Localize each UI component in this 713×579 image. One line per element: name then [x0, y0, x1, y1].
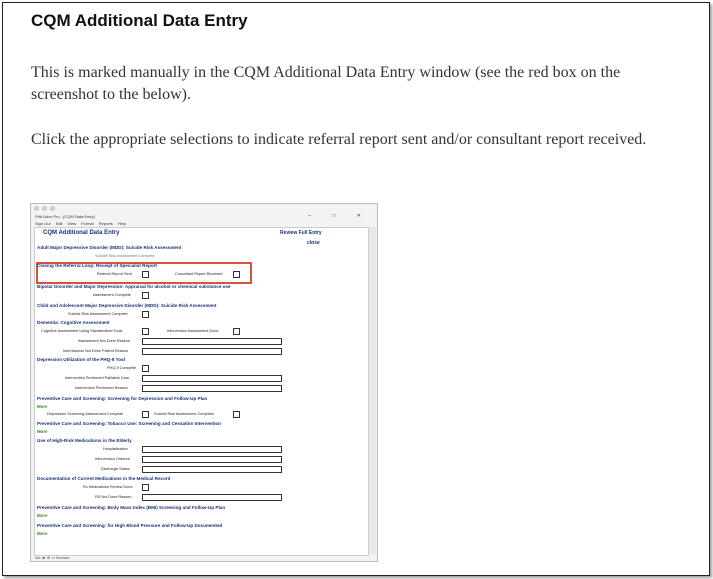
section-doc-meds: Documentation of Current Medications in … — [37, 476, 171, 481]
intervention-done-checkbox[interactable] — [233, 328, 240, 335]
section-tobacco: Preventive Care and Screening: Tobacco U… — [37, 421, 221, 426]
more-link-tobacco[interactable]: More — [37, 429, 48, 434]
form-title: CQM Additional Data Entry — [43, 230, 120, 236]
menu-format[interactable]: Format — [81, 221, 94, 226]
label-intervention-ordered: Intervention Ordered — [95, 457, 130, 461]
section-dementia: Dementia: Cognitive Assessment — [37, 320, 110, 325]
label-cognitive-tools: Cognitive Assessment Using Standardized … — [41, 329, 123, 333]
depression-screen-checkbox[interactable] — [142, 411, 149, 418]
paragraph-instructions: Click the appropriate selections to indi… — [31, 131, 647, 148]
label-phq9-complete: PHQ-9 Complete — [107, 366, 136, 370]
menu-edit[interactable]: Edit — [56, 221, 63, 226]
review-full-entry-link[interactable]: Review Full Entry — [280, 230, 322, 236]
more-link-bp[interactable]: More — [37, 531, 48, 536]
label-suicide-complete: Suicide Risk Assessment Complete — [95, 254, 155, 258]
cognitive-tools-checkbox[interactable] — [142, 328, 149, 335]
section-bp: Preventive Care and Screening: for High … — [37, 523, 223, 528]
section-screen-depression: Preventive Care and Screening: Screening… — [37, 396, 208, 401]
status-bar: Ide ◂▸ ⊕ ▭ Browse — [35, 555, 70, 560]
article-frame: CQM Additional Data Entry This is marked… — [2, 2, 710, 576]
child-suicide-checkbox[interactable] — [142, 311, 149, 318]
label-discharge-status: Discharge Status — [101, 467, 130, 471]
label-interv-palliative: Intervention Performed Palliative Care — [65, 376, 130, 380]
label-interv-not-done: Inter/Assess Not Done Patient Reason — [63, 349, 129, 353]
label-interv-reason: Intervention Performed Reason — [75, 386, 128, 390]
window-title: PrM Advo Pro - [CQM Data Entry] — [35, 214, 95, 219]
window-traffic-lights — [34, 206, 55, 211]
paragraph-manual-entry: This is marked manually in the CQM Addit… — [31, 64, 621, 103]
intervention-ordered-field[interactable] — [142, 456, 282, 463]
referral-sent-checkbox[interactable] — [142, 271, 149, 278]
section-referral-loop: Closing the Referral Loop: Receipt of Sp… — [37, 263, 157, 268]
assessment-complete-checkbox[interactable] — [142, 292, 149, 299]
menu-view[interactable]: View — [67, 221, 76, 226]
section-bipolar: Bipolar Disorder and Major Depression: A… — [37, 284, 231, 289]
menu-bar: Sign Out Edit View Format Reports Help — [35, 221, 126, 226]
section-mdd-suicide: Adult Major Depressive Disorder (MDD): S… — [37, 245, 182, 250]
discharge-status-field[interactable] — [142, 466, 282, 473]
rx-not-done-field[interactable] — [142, 494, 282, 501]
section-high-risk-meds: Use of High-Risk Medications in the Elde… — [37, 438, 132, 443]
label-depression-screen-complete: Depression Screening Assessment Complete — [47, 412, 124, 416]
form-content: CQM Additional Data Entry Review Full En… — [34, 227, 369, 556]
window-titlebar: PrM Advo Pro - [CQM Data Entry] – □ ✕ — [31, 213, 377, 221]
menu-reports[interactable]: Reports — [99, 221, 113, 226]
section-child-mdd: Child and Adolescent Major Depressive Di… — [37, 303, 217, 308]
section-bmi: Preventive Care and Screening: Body Mass… — [37, 505, 226, 510]
more-link-bmi[interactable]: More — [37, 513, 48, 518]
section-phq9: Depression Utilization of the PHQ-9 Tool — [37, 357, 125, 362]
label-referral-sent: Referral Report Sent — [97, 272, 132, 276]
menu-help[interactable]: Help — [118, 221, 126, 226]
label-intervention-done: Intervention Assessment Done — [167, 329, 219, 333]
assessment-not-done-field[interactable] — [142, 338, 282, 345]
label-child-suicide-complete: Suicide Risk Assessment Complete — [68, 312, 128, 316]
label-rx-not-done: RX Not Done Reason — [95, 495, 132, 499]
embedded-screenshot: PrM Advo Pro - [CQM Data Entry] – □ ✕ Si… — [30, 203, 378, 562]
phq9-complete-checkbox[interactable] — [142, 365, 149, 372]
vertical-scrollbar[interactable] — [368, 227, 376, 554]
suicide-risk-checkbox[interactable] — [233, 411, 240, 418]
rx-review-checkbox[interactable] — [142, 484, 149, 491]
label-suicide-risk-complete: Suicide Risk Assessment Complete — [154, 412, 214, 416]
hospitalization-field[interactable] — [142, 446, 282, 453]
interv-palliative-field[interactable] — [142, 375, 282, 382]
consultant-received-checkbox[interactable] — [233, 271, 240, 278]
label-hospitalization: Hospitalization — [103, 447, 128, 451]
interv-not-done-field[interactable] — [142, 348, 282, 355]
menu-sign-out[interactable]: Sign Out — [35, 221, 51, 226]
close-link[interactable]: close — [307, 240, 320, 246]
label-consultant-received: Consultant Report Received — [175, 272, 223, 276]
more-link-depression[interactable]: More — [37, 404, 48, 409]
label-assessment-complete: Assessment Complete — [93, 293, 131, 297]
window-controls[interactable]: – □ ✕ — [308, 213, 371, 219]
label-assessment-not-done: Assessment Not Done Reason — [78, 339, 130, 343]
section-heading: CQM Additional Data Entry — [31, 11, 248, 30]
interv-reason-field[interactable] — [142, 385, 282, 392]
label-rx-review: Rx Medications Review Done — [83, 485, 133, 489]
